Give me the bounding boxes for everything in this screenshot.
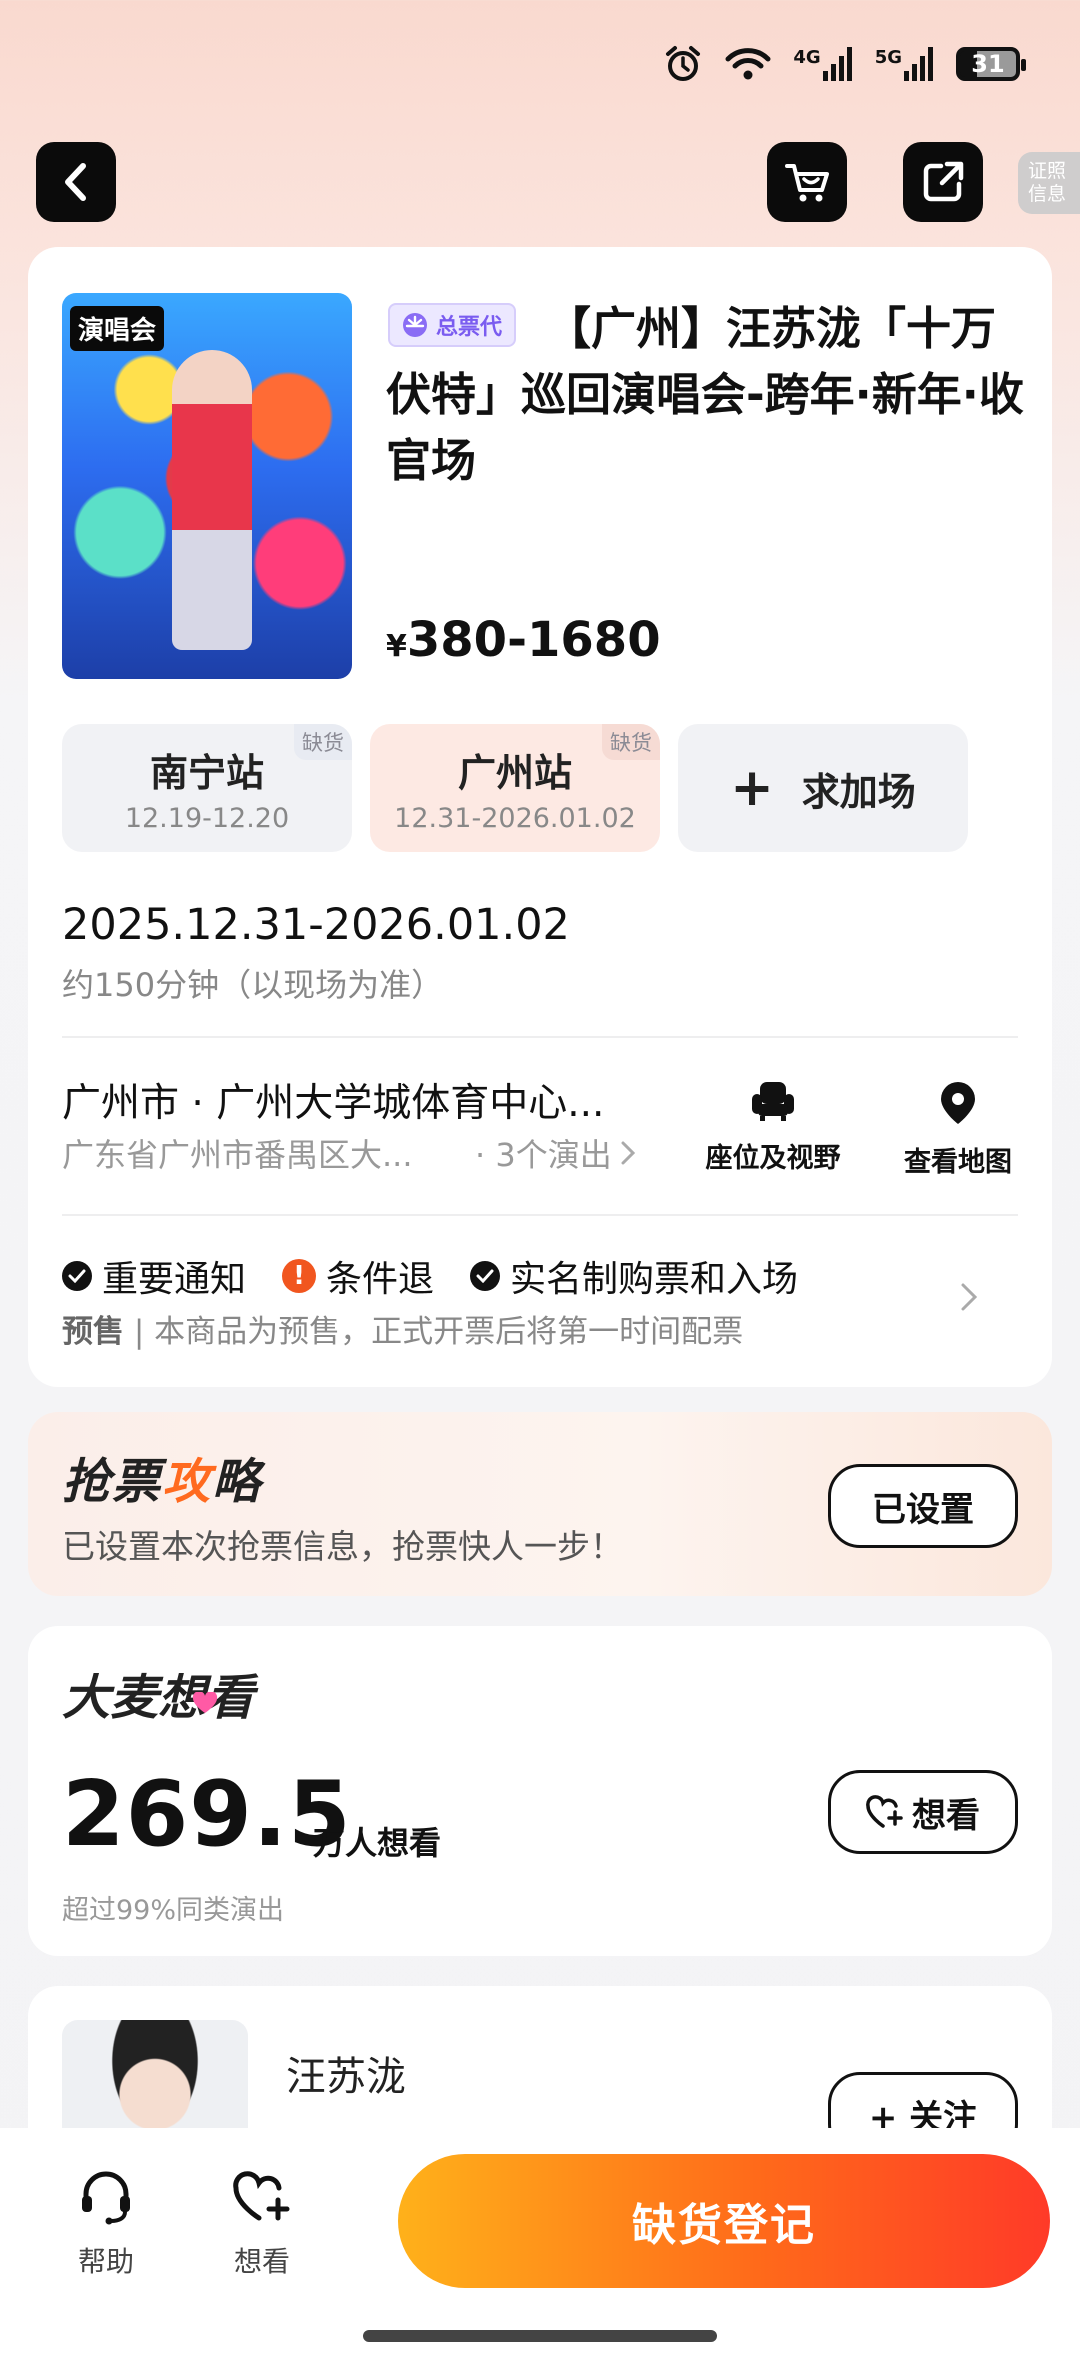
venue-name[interactable]: 广州市 · 广州大学城体育中心...	[62, 1072, 604, 1128]
notice-row[interactable]: 重要通知 ! 条件退 实名制购票和入场	[62, 1250, 820, 1302]
cart-icon	[785, 164, 829, 202]
want-title: 大麦想看	[62, 1670, 255, 1726]
want-button[interactable]: 想看	[828, 1770, 1018, 1854]
back-button[interactable]	[36, 142, 116, 222]
want-tab-button[interactable]: 想看	[207, 2168, 317, 2280]
agent-badge: 总票代	[388, 303, 517, 347]
notice-chevron-icon[interactable]	[960, 1282, 978, 1316]
station-dates: 12.31-2026.01.02	[394, 803, 636, 834]
soldout-badge: 缺货	[602, 724, 660, 760]
station-nanning[interactable]: 缺货 南宁站 12.19-12.20	[62, 724, 352, 852]
check-icon	[470, 1261, 501, 1291]
certificate-info-tab[interactable]: 证照 信息	[1018, 152, 1080, 214]
event-duration: 约150分钟（以现场为准）	[62, 966, 444, 1004]
station-dates: 12.19-12.20	[124, 803, 290, 834]
poster-artist-figure	[172, 350, 252, 650]
strategy-subtitle: 已设置本次抢票信息，抢票快人一步！	[62, 1527, 623, 1566]
agent-flower-icon	[403, 313, 427, 337]
divider	[62, 1036, 1018, 1038]
chevron-right-icon	[621, 1141, 635, 1165]
location-pin-icon	[941, 1082, 975, 1124]
wifi-icon	[725, 47, 771, 81]
warning-icon: !	[282, 1259, 317, 1293]
strategy-title: 抢票攻略	[62, 1454, 263, 1510]
strategy-set-button[interactable]: 已设置	[828, 1464, 1018, 1548]
want-unit: 万人想看	[313, 1824, 442, 1862]
plus-icon: +	[730, 758, 774, 818]
station-name: 广州站	[457, 751, 572, 795]
request-extra-show-button[interactable]: + 求加场	[678, 724, 968, 852]
seat-icon	[752, 1082, 794, 1121]
headset-icon	[82, 2171, 130, 2225]
want-count: 269.5	[62, 1762, 352, 1867]
soldout-badge: 缺货	[294, 724, 352, 760]
status-icons: 4G 5G 31	[663, 44, 1026, 84]
heart-icon	[192, 1691, 218, 1718]
presale-notice: 预售 | 本商品为预售，正式开票后将第一时间配票	[62, 1314, 744, 1350]
artist-name[interactable]: 汪苏泷	[286, 2044, 406, 2102]
notice-refund: ! 条件退	[282, 1250, 434, 1302]
venue-shows-link[interactable]: · 3个演出	[475, 1130, 636, 1176]
notice-important: 重要通知	[62, 1250, 246, 1302]
heart-plus-icon	[866, 1795, 903, 1828]
signal-5g-icon: 5G	[875, 47, 934, 81]
alarm-icon	[663, 44, 703, 84]
share-button[interactable]	[903, 142, 983, 222]
cart-button[interactable]	[767, 142, 847, 222]
soldout-register-button[interactable]: 缺货登记	[398, 2154, 1050, 2288]
venue-address[interactable]: 广东省广州市番禺区大...	[62, 1130, 413, 1176]
signal-4g-icon: 4G	[793, 47, 852, 81]
divider	[62, 1214, 1018, 1216]
status-bar: 4G 5G 31	[0, 0, 1080, 130]
want-compare: 超过99%同类演出	[62, 1895, 285, 1926]
share-icon	[923, 161, 964, 202]
seat-view-button[interactable]: 座位及视野	[703, 1080, 843, 1175]
poster-category-tag: 演唱会	[70, 306, 165, 351]
chevron-left-icon	[65, 163, 86, 201]
notice-realname: 实名制购票和入场	[470, 1250, 798, 1302]
heart-plus-icon	[233, 2171, 290, 2221]
battery-icon: 31	[956, 47, 1026, 81]
help-button[interactable]: 帮助	[51, 2168, 161, 2280]
home-indicator[interactable]	[363, 2330, 717, 2342]
check-icon	[62, 1261, 92, 1291]
station-guangzhou[interactable]: 缺货 广州站 12.31-2026.01.02	[370, 724, 660, 852]
station-name: 南宁站	[149, 751, 264, 795]
view-map-button[interactable]: 查看地图	[888, 1080, 1028, 1179]
event-date: 2025.12.31-2026.01.02	[62, 900, 570, 950]
price-range: ¥380-1680	[386, 612, 661, 668]
